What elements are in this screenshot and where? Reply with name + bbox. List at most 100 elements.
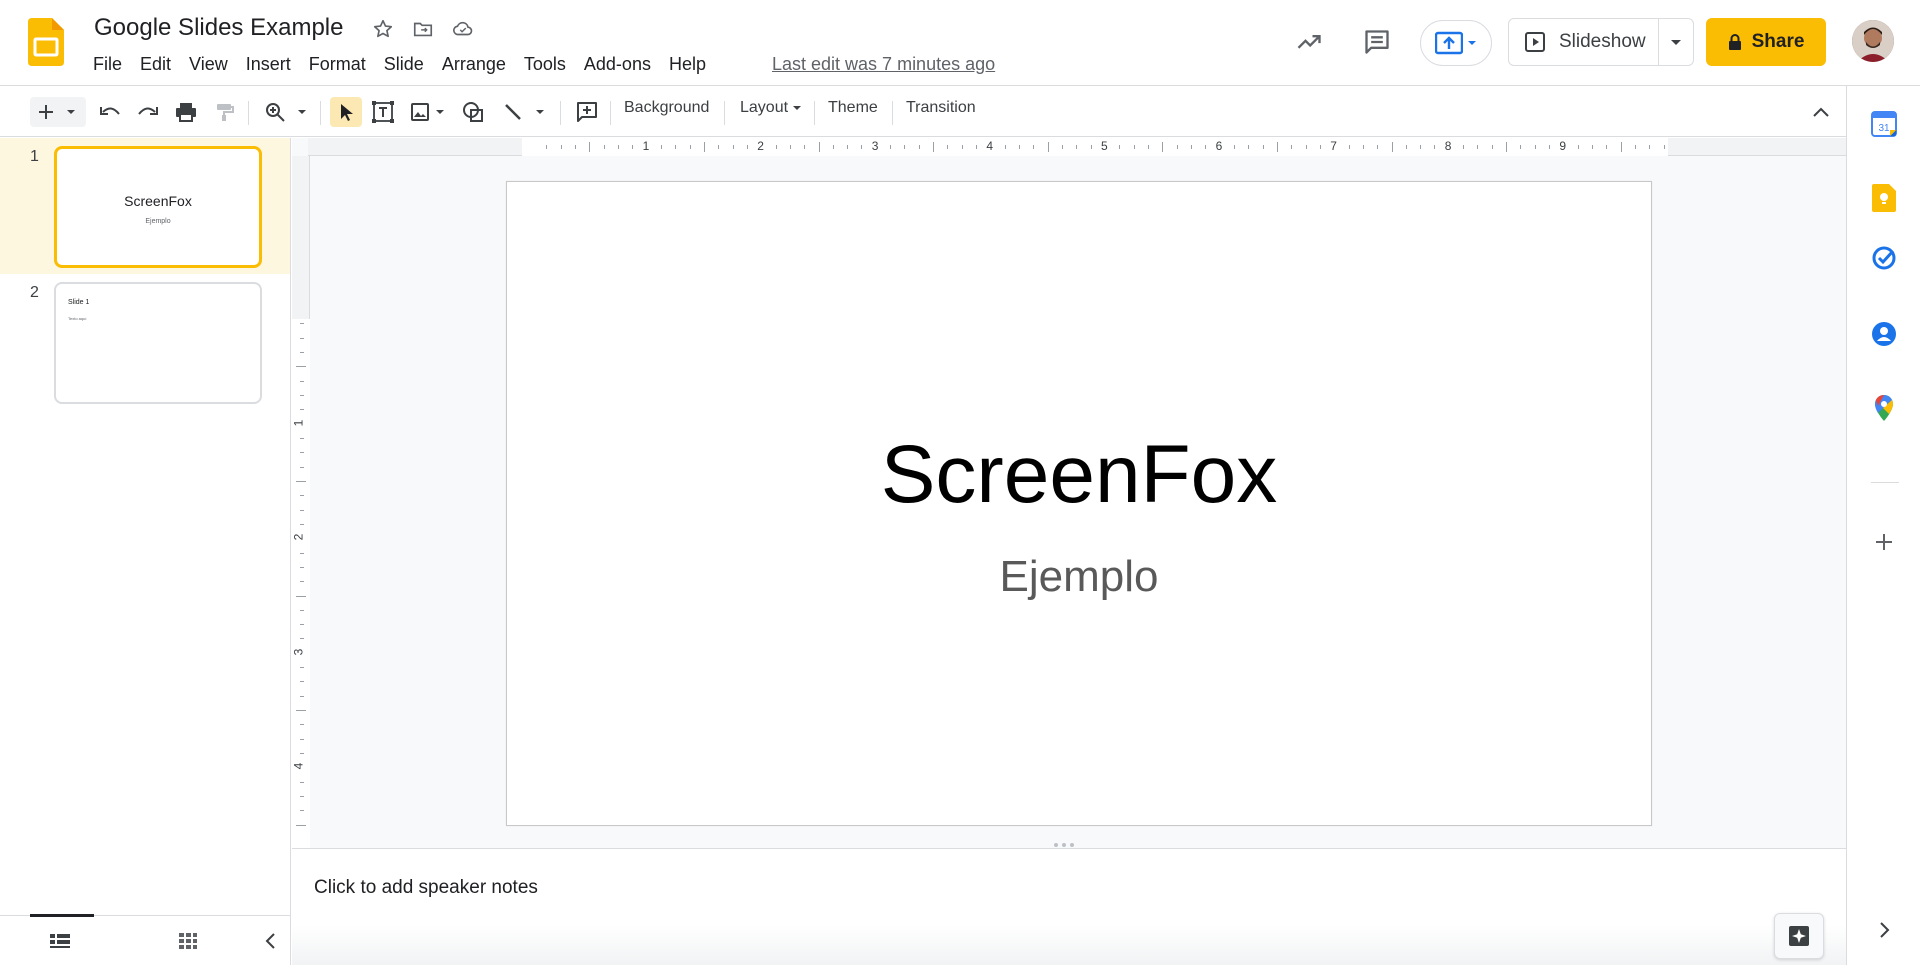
menu-add-ons[interactable]: Add-ons xyxy=(575,52,660,77)
ruler-tick xyxy=(574,145,576,149)
ruler-tick xyxy=(675,145,677,149)
account-avatar[interactable] xyxy=(1852,20,1894,62)
filmstrip-slide-1[interactable]: 1 ScreenFox Ejemplo xyxy=(0,138,290,274)
ruler-label: 6 xyxy=(1215,139,1223,153)
ruler-tick xyxy=(300,452,304,454)
explore-button[interactable] xyxy=(1774,913,1824,959)
star-icon[interactable] xyxy=(370,16,396,42)
calendar-icon[interactable]: 31 xyxy=(1868,108,1900,140)
current-slide[interactable]: ScreenFox Ejemplo xyxy=(506,181,1652,826)
zoom-button[interactable] xyxy=(260,97,312,127)
ruler-tick xyxy=(296,824,306,826)
maps-icon[interactable] xyxy=(1868,392,1900,424)
transition-button[interactable]: Transition xyxy=(906,99,976,117)
ruler-tick xyxy=(1062,145,1064,149)
ruler-tick xyxy=(1076,145,1078,149)
add-addon-icon[interactable] xyxy=(1868,526,1900,558)
lock-icon xyxy=(1728,34,1741,50)
share-label: Share xyxy=(1751,31,1805,52)
keep-icon[interactable] xyxy=(1868,182,1900,214)
undo-icon[interactable] xyxy=(96,97,124,127)
ruler-tick xyxy=(1205,145,1207,149)
ruler-tick xyxy=(660,145,662,149)
new-slide-button[interactable] xyxy=(30,97,86,127)
redo-icon[interactable] xyxy=(134,97,162,127)
cloud-saved-icon[interactable] xyxy=(450,16,476,42)
menu-slide[interactable]: Slide xyxy=(375,52,433,77)
image-icon xyxy=(411,103,429,121)
menu-view[interactable]: View xyxy=(180,52,237,77)
ruler-tick xyxy=(1176,145,1178,149)
line-tool-button[interactable] xyxy=(498,97,550,127)
ruler-tick xyxy=(1291,145,1293,149)
add-comment-icon[interactable] xyxy=(572,97,602,127)
ruler-tick xyxy=(703,142,705,152)
slideshow-options-dropdown[interactable] xyxy=(1659,19,1693,65)
print-icon[interactable] xyxy=(172,97,200,127)
menu-tools[interactable]: Tools xyxy=(515,52,575,77)
slide-thumbnail[interactable]: ScreenFox Ejemplo xyxy=(54,146,262,268)
menu-format[interactable]: Format xyxy=(300,52,375,77)
ruler-tick xyxy=(1004,145,1006,149)
ruler-tick xyxy=(1434,145,1436,149)
document-title[interactable]: Google Slides Example xyxy=(94,14,343,42)
filmstrip-view-icon[interactable] xyxy=(46,928,74,954)
text-box-icon[interactable] xyxy=(368,97,398,127)
filmstrip-slide-2[interactable]: 2 Slide 1 Texto aquí xyxy=(0,274,290,410)
toolbar-divider xyxy=(892,101,893,125)
slide-canvas-area: 1 2 3 4 5 6 7 8 9 1 2 3 4 5 ScreenFox Ejemplo xyxy=(291,138,1846,964)
chevron-down-icon xyxy=(536,110,544,114)
collapse-toolbar-icon[interactable] xyxy=(1806,97,1836,127)
ruler-tick xyxy=(1305,145,1307,149)
menu-help[interactable]: Help xyxy=(660,52,715,77)
comments-icon[interactable] xyxy=(1361,26,1393,58)
ruler-tick xyxy=(1534,145,1536,149)
slides-logo-icon[interactable] xyxy=(28,18,64,66)
select-tool-icon[interactable] xyxy=(330,97,362,127)
side-panel: 31 xyxy=(1846,86,1920,965)
ruler-label: 1 xyxy=(291,419,306,426)
ruler-tick xyxy=(1248,145,1250,149)
menu-insert[interactable]: Insert xyxy=(237,52,300,77)
ruler-tick xyxy=(1592,145,1594,149)
activity-trend-icon[interactable] xyxy=(1293,26,1325,58)
play-slideshow-icon xyxy=(1525,32,1545,52)
contacts-icon[interactable] xyxy=(1868,318,1900,350)
slide-subtitle[interactable]: Ejemplo xyxy=(507,552,1651,602)
insert-image-button[interactable] xyxy=(406,97,450,127)
ruler-tick xyxy=(1549,145,1551,149)
move-folder-icon[interactable] xyxy=(410,16,436,42)
ruler-tick xyxy=(560,145,562,149)
background-button[interactable]: Background xyxy=(624,99,709,117)
collapse-filmstrip-icon[interactable] xyxy=(256,928,284,954)
shape-icon[interactable] xyxy=(458,97,488,127)
speaker-notes-panel: Click to add speaker notes xyxy=(292,843,1846,965)
thumbnail-title: Slide 1 xyxy=(68,299,90,306)
last-edit-link[interactable]: Last edit was 7 minutes ago xyxy=(772,54,995,75)
vertical-ruler: 12345 xyxy=(291,156,310,964)
slideshow-button[interactable]: Slideshow xyxy=(1509,19,1659,65)
ruler-tick xyxy=(300,638,304,640)
expand-side-panel-icon[interactable] xyxy=(1868,914,1900,946)
app-header: Google Slides Example File Edit View Ins… xyxy=(0,0,1920,86)
menu-arrange[interactable]: Arrange xyxy=(433,52,515,77)
share-button[interactable]: Share xyxy=(1706,18,1826,66)
notes-resize-handle[interactable] xyxy=(1054,843,1074,847)
ruler-tick xyxy=(1391,142,1393,152)
ruler-tick xyxy=(746,145,748,149)
present-to-meeting-button[interactable] xyxy=(1420,20,1492,66)
menu-bar: File Edit View Insert Format Slide Arran… xyxy=(84,52,715,77)
menu-file[interactable]: File xyxy=(84,52,131,77)
slide-thumbnail[interactable]: Slide 1 Texto aquí xyxy=(54,282,262,404)
ruler-tick xyxy=(918,145,920,149)
paint-format-icon[interactable] xyxy=(210,97,238,127)
grid-view-icon[interactable] xyxy=(174,928,202,954)
menu-edit[interactable]: Edit xyxy=(131,52,180,77)
ruler-tick xyxy=(300,437,304,439)
slide-title[interactable]: ScreenFox xyxy=(507,428,1651,522)
theme-button[interactable]: Theme xyxy=(828,99,878,117)
speaker-notes-input[interactable]: Click to add speaker notes xyxy=(314,877,538,899)
layout-button[interactable]: Layout xyxy=(740,99,802,117)
tasks-icon[interactable] xyxy=(1868,242,1900,274)
ruler-tick xyxy=(832,145,834,149)
